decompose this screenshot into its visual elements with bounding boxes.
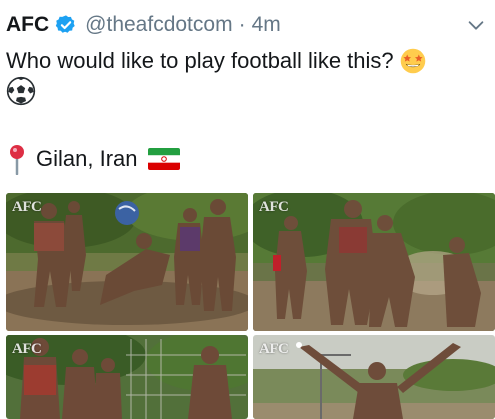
- photo-4-image: [253, 335, 495, 419]
- iran-flag-icon: [147, 148, 180, 170]
- round-pushpin-icon: [10, 145, 24, 175]
- separator-dot: ·: [238, 13, 246, 36]
- tweet-timestamp[interactable]: 4m: [252, 13, 281, 37]
- tweet-header: AFC @theafcdotcom · 4m: [6, 10, 489, 40]
- media-photo-1[interactable]: AFC: [6, 193, 248, 331]
- tweet-text: Who would like to play football like thi…: [6, 46, 489, 106]
- photo-3-image: [6, 335, 248, 419]
- photo-watermark: AFC: [12, 199, 42, 215]
- photo-watermark: AFC: [259, 341, 289, 357]
- author-handle[interactable]: @theafcdotcom: [85, 13, 232, 37]
- location-text: Gilan, Iran: [36, 146, 138, 171]
- location-line: Gilan, Iran: [6, 142, 180, 176]
- media-photo-4[interactable]: AFC: [253, 335, 495, 419]
- media-photo-3[interactable]: AFC: [6, 335, 248, 419]
- photo-1-image: [6, 193, 248, 331]
- photo-2-image: [253, 193, 495, 331]
- verified-badge-icon: [55, 15, 75, 33]
- author-name[interactable]: AFC: [6, 13, 49, 37]
- media-photo-2[interactable]: AFC: [253, 193, 495, 331]
- star-struck-emoji-icon: [400, 48, 425, 74]
- tweet-text-line: Who would like to play football like thi…: [6, 48, 394, 73]
- chevron-down-icon[interactable]: [465, 14, 487, 36]
- media-grid: AFC AFC AFC AFC: [6, 193, 495, 419]
- photo-watermark: AFC: [259, 199, 289, 215]
- soccer-ball-emoji-icon: [6, 76, 36, 106]
- photo-watermark: AFC: [12, 341, 42, 357]
